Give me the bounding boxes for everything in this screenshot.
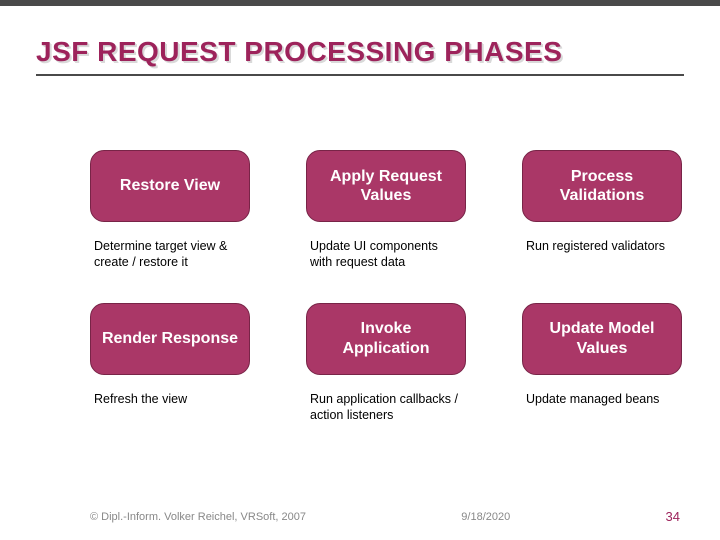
title-underline	[36, 74, 684, 76]
footer-date: 9/18/2020	[461, 511, 510, 523]
desc-update-model-values: Update managed beans	[522, 389, 682, 442]
phase-invoke-application: Invoke Application	[306, 303, 466, 375]
phases-grid: Restore View Apply Request Values Proces…	[90, 150, 680, 441]
footer: © Dipl.-Inform. Volker Reichel, VRSoft, …	[90, 509, 680, 524]
page-number: 34	[666, 509, 680, 524]
page-title: JSF REQUEST PROCESSING PHASES	[0, 6, 720, 74]
phase-render-response: Render Response	[90, 303, 250, 375]
phase-update-model-values: Update Model Values	[522, 303, 682, 375]
desc-process-validations: Run registered validators	[522, 236, 682, 289]
slide: JSF REQUEST PROCESSING PHASES Restore Vi…	[0, 0, 720, 540]
footer-credit: © Dipl.-Inform. Volker Reichel, VRSoft, …	[90, 511, 306, 523]
phase-restore-view: Restore View	[90, 150, 250, 222]
phase-apply-request-values: Apply Request Values	[306, 150, 466, 222]
desc-invoke-application: Run application callbacks / action liste…	[306, 389, 466, 442]
desc-apply-request-values: Update UI components with request data	[306, 236, 466, 289]
phase-process-validations: Process Validations	[522, 150, 682, 222]
desc-render-response: Refresh the view	[90, 389, 250, 442]
desc-restore-view: Determine target view & create / restore…	[90, 236, 250, 289]
